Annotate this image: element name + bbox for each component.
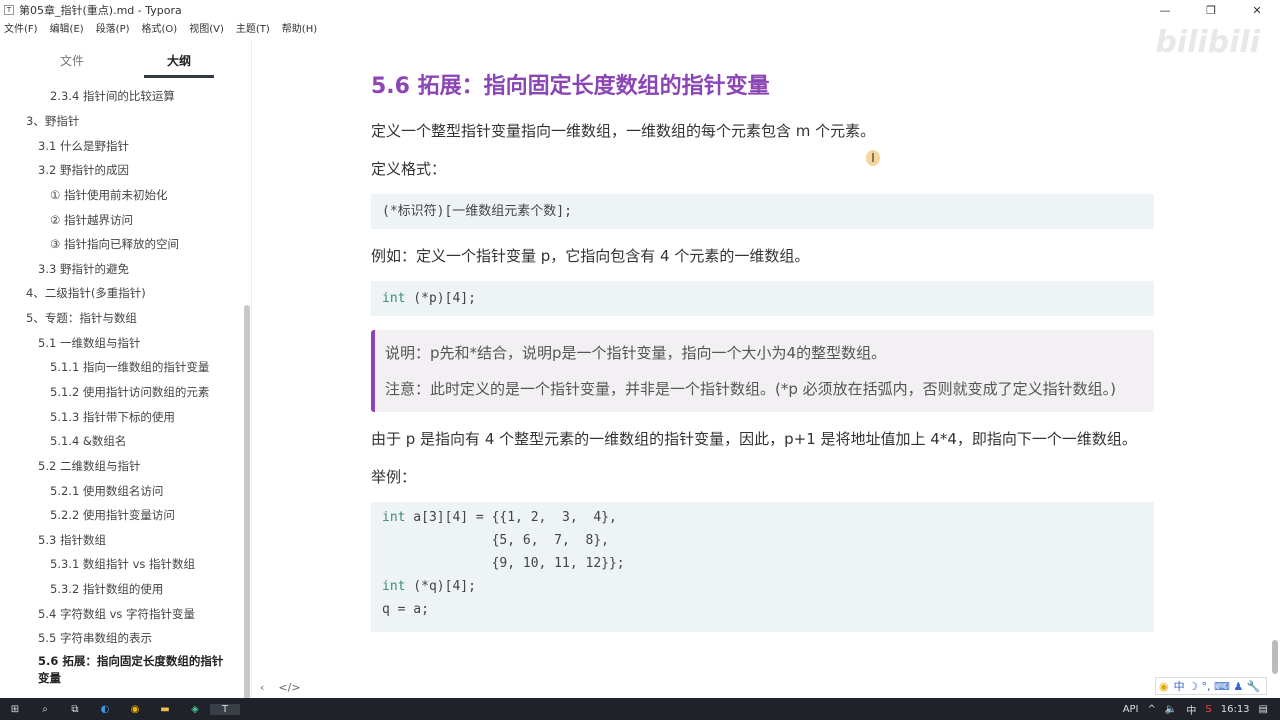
code-block[interactable]: int (*p)[4]; bbox=[371, 281, 1154, 316]
menu-theme[interactable]: 主题(T) bbox=[236, 20, 270, 38]
code-text: (*q)[4]; bbox=[405, 579, 476, 594]
code-text: {9, 10, 11, 12}}; bbox=[382, 556, 625, 571]
outline-item[interactable]: 3.1 什么是野指针 bbox=[0, 133, 244, 158]
ime-status: 中 ☽ °, ⌨ ♟ 🔧 bbox=[1173, 680, 1261, 693]
outline-item[interactable]: 3、野指针 bbox=[0, 109, 244, 134]
outline-item[interactable]: 5.6 拓展：指向固定长度数组的指针变量 bbox=[0, 651, 244, 689]
menu-help[interactable]: 帮助(H) bbox=[282, 20, 317, 38]
outline-list: 2.3.4 指针间的比较运算 3、野指针 3.1 什么是野指针 3.2 野指针的成因 ①… bbox=[0, 84, 244, 689]
menu-file[interactable]: 文件(F) bbox=[4, 20, 38, 38]
quote-line: 说明：p先和*结合，说明p是一个指针变量，指向一个大小为4的整型数组。 bbox=[385, 344, 887, 362]
typora-taskbar-icon[interactable]: T bbox=[210, 703, 240, 715]
clock[interactable]: 16:13 bbox=[1221, 704, 1250, 715]
outline-item[interactable]: 5.1.4 &数组名 bbox=[0, 429, 244, 454]
window-title: 第05章_指针(重点).md - Typora bbox=[19, 4, 182, 17]
menu-bar: 文件(F) 编辑(E) 段落(P) 格式(O) 视图(V) 主题(T) 帮助(H… bbox=[0, 20, 329, 38]
section-heading: 5.6 拓展：指向固定长度数组的指针变量 bbox=[371, 74, 770, 99]
edge-icon[interactable]: ◐ bbox=[90, 704, 120, 715]
search-icon[interactable]: ⌕ bbox=[30, 704, 60, 715]
blockquote: 说明：p先和*结合，说明p是一个指针变量，指向一个大小为4的整型数组。 注意：此… bbox=[371, 330, 1154, 412]
code-block[interactable]: int a[3][4] = {{1, 2, 3, 4}, {5, 6, 7, 8… bbox=[371, 502, 1154, 632]
outline-item[interactable]: 5.1.2 使用指针访问数组的元素 bbox=[0, 380, 244, 405]
sogou-icon[interactable]: S bbox=[1205, 704, 1211, 715]
outline-item[interactable]: 3.2 野指针的成因 bbox=[0, 158, 244, 183]
task-view-icon[interactable]: ⧉ bbox=[60, 704, 90, 715]
code-text: (*p)[4]; bbox=[405, 291, 476, 306]
tab-files[interactable]: 文件 bbox=[60, 52, 84, 69]
tray-text: API bbox=[1122, 703, 1139, 715]
outline-item[interactable]: ③ 指针指向已释放的空间 bbox=[0, 232, 244, 257]
ime-lang[interactable]: 中 bbox=[1186, 702, 1196, 717]
code-text: q = a; bbox=[382, 602, 429, 617]
outline-item[interactable]: 5.5 字符串数组的表示 bbox=[0, 626, 244, 651]
menu-view[interactable]: 视图(V) bbox=[189, 20, 224, 38]
code-keyword: int bbox=[382, 510, 406, 525]
file-explorer-icon[interactable]: ▬ bbox=[150, 704, 180, 715]
paragraph: 定义一个整型指针变量指向一维数组，一维数组的每个元素包含 m 个元素。 bbox=[371, 122, 876, 140]
taskbar: ⊞ ⌕ ⧉ ◐ ◉ ▬ ◈ T API ^ 🔈 中 S 16:13 ▤ bbox=[0, 698, 1280, 720]
outline-item[interactable]: 5.3.1 数组指针 vs 指针数组 bbox=[0, 552, 244, 577]
code-text: {5, 6, 7, 8}, bbox=[382, 533, 609, 548]
code-block[interactable]: (*标识符)[一维数组元素个数]; bbox=[371, 194, 1154, 229]
outline-item[interactable]: 2.3.4 指针间的比较运算 bbox=[0, 84, 244, 109]
menu-paragraph[interactable]: 段落(P) bbox=[96, 20, 130, 38]
code-keyword: int bbox=[382, 579, 406, 594]
collapse-sidebar-icon[interactable]: ‹ bbox=[260, 681, 264, 694]
editor-scrollbar[interactable] bbox=[1272, 640, 1278, 674]
volume-icon[interactable]: 🔈 bbox=[1165, 704, 1177, 715]
code-keyword: int bbox=[382, 291, 406, 306]
paragraph: 由于 p 是指向有 4 个整型元素的一维数组的指针变量，因此，p+1 是将地址值… bbox=[371, 430, 1137, 448]
minimize-button[interactable]: — bbox=[1142, 0, 1188, 20]
active-tab-indicator bbox=[144, 75, 214, 78]
outline-item[interactable]: 5、专题：指针与数组 bbox=[0, 306, 244, 331]
source-code-mode-icon[interactable]: </> bbox=[278, 681, 300, 694]
text-cursor-icon: I bbox=[866, 150, 880, 166]
outline-item[interactable]: ② 指针越界访问 bbox=[0, 207, 244, 232]
code-line: q = a; bbox=[382, 598, 1143, 621]
tab-outline[interactable]: 大纲 bbox=[167, 52, 191, 69]
notification-icon[interactable]: ▤ bbox=[1259, 704, 1268, 715]
paragraph: 定义格式： bbox=[371, 160, 447, 178]
outline-item[interactable]: 5.1 一维数组与指针 bbox=[0, 330, 244, 355]
code-line: {9, 10, 11, 12}}; bbox=[382, 552, 1143, 575]
windows-start-icon[interactable]: ⊞ bbox=[0, 704, 30, 715]
outline-item[interactable]: 5.1.1 指向一维数组的指针变量 bbox=[0, 355, 244, 380]
code-line: {5, 6, 7, 8}, bbox=[382, 529, 1143, 552]
title-bar: T 第05章_指针(重点).md - Typora — ❐ ✕ bbox=[0, 0, 1280, 20]
ime-logo-icon: ◉ bbox=[1159, 679, 1169, 693]
code-line: int (*q)[4]; bbox=[382, 575, 1143, 598]
outline-item[interactable]: 5.2 二维数组与指针 bbox=[0, 454, 244, 479]
code-text: a[3][4] = {{1, 2, 3, 4}, bbox=[405, 510, 617, 525]
paragraph: 例如：定义一个指针变量 p，它指向包含有 4 个元素的一维数组。 bbox=[371, 247, 810, 265]
quote-line: 注意：此时定义的是一个指针变量，并非是一个指针数组。(*p 必须放在括弧内，否则… bbox=[385, 380, 1116, 398]
outline-item[interactable]: ① 指针使用前未初始化 bbox=[0, 183, 244, 208]
app-icon[interactable]: ◈ bbox=[180, 704, 210, 715]
outline-item[interactable]: 4、二级指针(多重指针) bbox=[0, 281, 244, 306]
sidebar: 文件 大纲 2.3.4 指针间的比较运算 3、野指针 3.1 什么是野指针 3.2 野… bbox=[0, 40, 301, 715]
editor-content[interactable]: 5.6 拓展：指向固定长度数组的指针变量 定义一个整型指针变量指向一维数组，一维… bbox=[371, 60, 1154, 646]
outline-item[interactable]: 5.2.1 使用数组名访问 bbox=[0, 478, 244, 503]
app-icon: T bbox=[4, 5, 14, 15]
outline-item[interactable]: 5.3.2 指针数组的使用 bbox=[0, 577, 244, 602]
chevron-up-icon[interactable]: ^ bbox=[1148, 704, 1156, 715]
outline-item[interactable]: 5.2.2 使用指针变量访问 bbox=[0, 503, 244, 528]
menu-format[interactable]: 格式(O) bbox=[142, 20, 178, 38]
bilibili-watermark: bilibili bbox=[1155, 25, 1260, 60]
ime-toolbar[interactable]: ◉ 中 ☽ °, ⌨ ♟ 🔧 bbox=[1155, 677, 1267, 695]
outline-item[interactable]: 3.3 野指针的避免 bbox=[0, 256, 244, 281]
outline-item[interactable]: 5.4 字符数组 vs 字符指针变量 bbox=[0, 601, 244, 626]
outline-item[interactable]: 5.3 指针数组 bbox=[0, 528, 244, 553]
sidebar-scrollbar[interactable] bbox=[244, 305, 250, 715]
menu-edit[interactable]: 编辑(E) bbox=[50, 20, 84, 38]
maximize-button[interactable]: ❐ bbox=[1188, 0, 1234, 20]
chrome-icon[interactable]: ◉ bbox=[120, 704, 150, 715]
paragraph: 举例： bbox=[371, 468, 417, 486]
outline-item[interactable]: 5.1.3 指针带下标的使用 bbox=[0, 404, 244, 429]
close-button[interactable]: ✕ bbox=[1234, 0, 1280, 20]
code-line: int a[3][4] = {{1, 2, 3, 4}, bbox=[382, 506, 1143, 529]
